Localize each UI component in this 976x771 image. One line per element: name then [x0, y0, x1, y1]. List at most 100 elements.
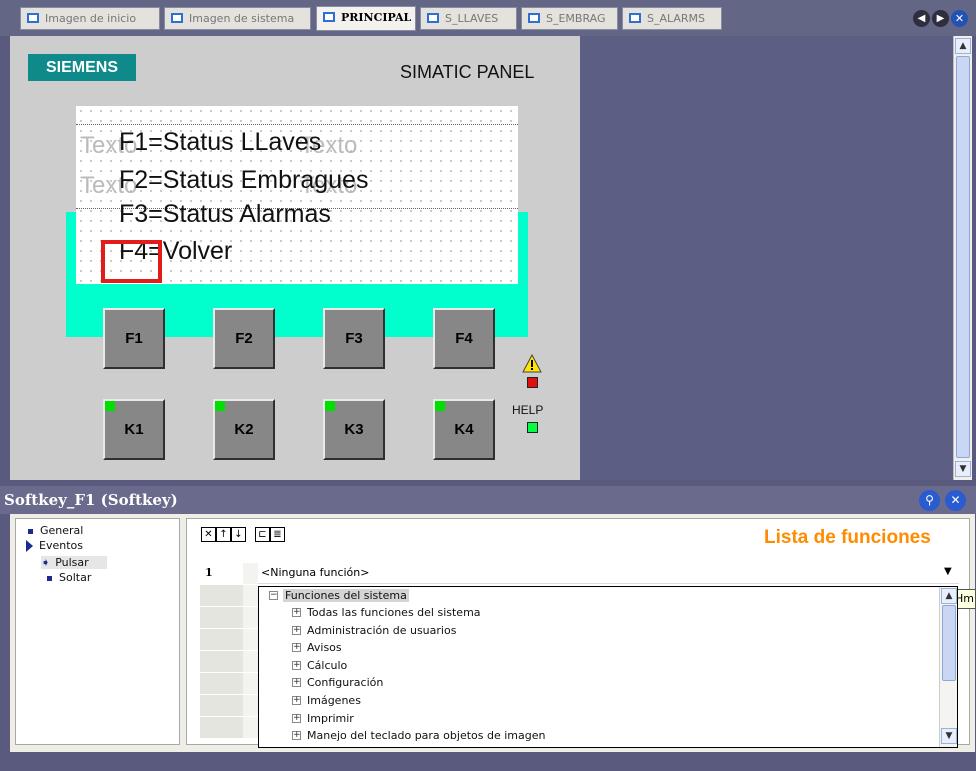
key-led-icon	[215, 401, 225, 411]
softkey-f4[interactable]: F4	[433, 308, 495, 369]
text-line-f3[interactable]: F3=Status Alarmas	[119, 200, 331, 229]
screen-icon	[629, 13, 641, 23]
tree-item-general[interactable]: General	[28, 524, 83, 537]
key-led-icon	[325, 401, 335, 411]
expand-icon[interactable]: +	[292, 714, 301, 723]
key-label: K2	[234, 421, 254, 438]
expand-icon[interactable]: +	[292, 626, 301, 635]
text-line-f1[interactable]: F1=Status LLaves	[119, 128, 321, 157]
grid-row[interactable]	[200, 695, 258, 717]
function-list-title: Lista de funciones	[764, 527, 931, 548]
row-number: 1	[205, 566, 213, 579]
scroll-thumb[interactable]	[956, 56, 970, 458]
softkey-k4[interactable]: K4	[433, 399, 495, 460]
properties-title: Softkey_F1 (Softkey)	[4, 491, 178, 509]
screen-icon	[528, 13, 540, 23]
tab-label: S_EMBRAG	[546, 12, 606, 25]
tab-imagen-de-sistema[interactable]: Imagen de sistema	[164, 7, 311, 30]
softkey-f1[interactable]: F1	[103, 308, 165, 369]
dropdown-item[interactable]: Administración de usuarios	[307, 624, 456, 637]
pin-icon[interactable]: ⚲	[919, 490, 940, 511]
softkey-k1[interactable]: K1	[103, 399, 165, 460]
move-down-icon[interactable]: ↓	[231, 527, 246, 542]
function-select[interactable]: <Ninguna función>	[258, 563, 959, 584]
tab-label: PRINCIPAL	[341, 11, 412, 24]
dropdown-item[interactable]: Configuración	[307, 676, 383, 689]
dropdown-arrow-icon[interactable]: ▼	[944, 566, 952, 577]
tab-s-alarms[interactable]: S_ALARMS	[622, 7, 722, 30]
grid-row[interactable]	[200, 717, 258, 739]
collapse-icon[interactable]: −	[269, 591, 278, 600]
dropdown-root-system-functions[interactable]: Funciones del sistema	[283, 589, 409, 602]
tree-item-label: Soltar	[59, 571, 92, 584]
dropdown-item[interactable]: Imprimir	[307, 712, 354, 725]
expand-icon[interactable]: +	[292, 696, 301, 705]
bullet-icon	[28, 528, 33, 534]
grid-row[interactable]	[200, 673, 258, 695]
move-up-icon[interactable]: ↑	[216, 527, 231, 542]
key-led-icon	[435, 401, 445, 411]
grid-row[interactable]	[200, 607, 258, 629]
siemens-logo: SIEMENS	[28, 54, 136, 81]
key-led-icon	[105, 401, 115, 411]
close-screen-icon[interactable]: ✕	[951, 10, 968, 27]
dropdown-item[interactable]: Imágenes	[307, 694, 361, 707]
insert-row-icon[interactable]: ⊏	[255, 527, 270, 542]
dropdown-item[interactable]: Todas las funciones del sistema	[307, 606, 481, 619]
expand-icon[interactable]: +	[292, 731, 301, 740]
alarm-led-icon	[527, 377, 538, 388]
softkey-f3[interactable]: F3	[323, 308, 385, 369]
tree-item-eventos[interactable]: Eventos	[26, 539, 83, 552]
tab-principal[interactable]: PRINCIPAL	[316, 6, 416, 31]
tab-s-embrag[interactable]: S_EMBRAG	[521, 7, 618, 30]
tab-label: Imagen de inicio	[45, 12, 137, 25]
tree-item-soltar[interactable]: Soltar	[47, 571, 91, 584]
help-label: HELP	[512, 403, 544, 417]
softkey-k3[interactable]: K3	[323, 399, 385, 460]
dropdown-item[interactable]: Manejo del teclado para objetos de image…	[307, 729, 545, 742]
text-line-f2[interactable]: F2=Status Embragues	[119, 166, 368, 195]
screen-icon	[427, 13, 439, 23]
workspace-vertical-scrollbar[interactable]: ▲ ▼	[953, 36, 972, 480]
dropdown-item[interactable]: Cálculo	[307, 659, 347, 672]
next-tab-icon[interactable]: ▶	[932, 10, 949, 27]
grid-row[interactable]	[200, 629, 258, 651]
scroll-up-icon[interactable]: ▲	[955, 38, 971, 54]
expand-icon[interactable]: +	[292, 643, 301, 652]
grid-row[interactable]	[200, 585, 258, 607]
scroll-down-icon[interactable]: ▼	[955, 461, 971, 477]
key-label: K1	[124, 421, 144, 438]
expand-icon[interactable]: +	[292, 678, 301, 687]
scroll-down-icon[interactable]: ▼	[941, 728, 957, 744]
close-properties-icon[interactable]: ✕	[945, 490, 966, 511]
tab-label: Imagen de sistema	[189, 12, 295, 25]
softkey-f2[interactable]: F2	[213, 308, 275, 369]
tab-s-llaves[interactable]: S_LLAVES	[420, 7, 517, 30]
dropdown-scrollbar[interactable]: ▲ ▼	[939, 587, 957, 747]
tree-item-label: Pulsar	[55, 556, 89, 569]
arrow-right-icon: ➧	[41, 556, 51, 569]
prev-tab-icon[interactable]: ◀	[913, 10, 930, 27]
softkey-k2[interactable]: K2	[213, 399, 275, 460]
selection-marker[interactable]	[101, 240, 162, 283]
expand-arrow-icon	[26, 540, 33, 552]
delete-row-icon[interactable]: ✕	[201, 527, 216, 542]
property-tree: General Eventos ➧ Pulsar Soltar	[15, 518, 180, 745]
scroll-up-icon[interactable]: ▲	[941, 588, 957, 604]
tab-label: S_ALARMS	[647, 12, 706, 25]
dropdown-item[interactable]: Avisos	[307, 641, 342, 654]
expand-icon[interactable]: +	[292, 661, 301, 670]
workspace-background	[580, 36, 953, 480]
grid-row[interactable]	[200, 651, 258, 673]
screen-icon	[323, 12, 335, 22]
tab-imagen-de-inicio[interactable]: Imagen de inicio	[20, 7, 160, 30]
field-border-line	[76, 124, 518, 125]
scroll-thumb[interactable]	[942, 605, 956, 681]
function-grid	[200, 563, 258, 743]
warning-icon	[522, 354, 542, 373]
tree-item-pulsar[interactable]: ➧ Pulsar	[41, 556, 107, 569]
function-dropdown: − Funciones del sistema + Todas las func…	[258, 586, 958, 748]
expand-icon[interactable]: +	[292, 608, 301, 617]
bullet-icon	[47, 575, 52, 581]
list-view-icon[interactable]: ≣	[270, 527, 285, 542]
